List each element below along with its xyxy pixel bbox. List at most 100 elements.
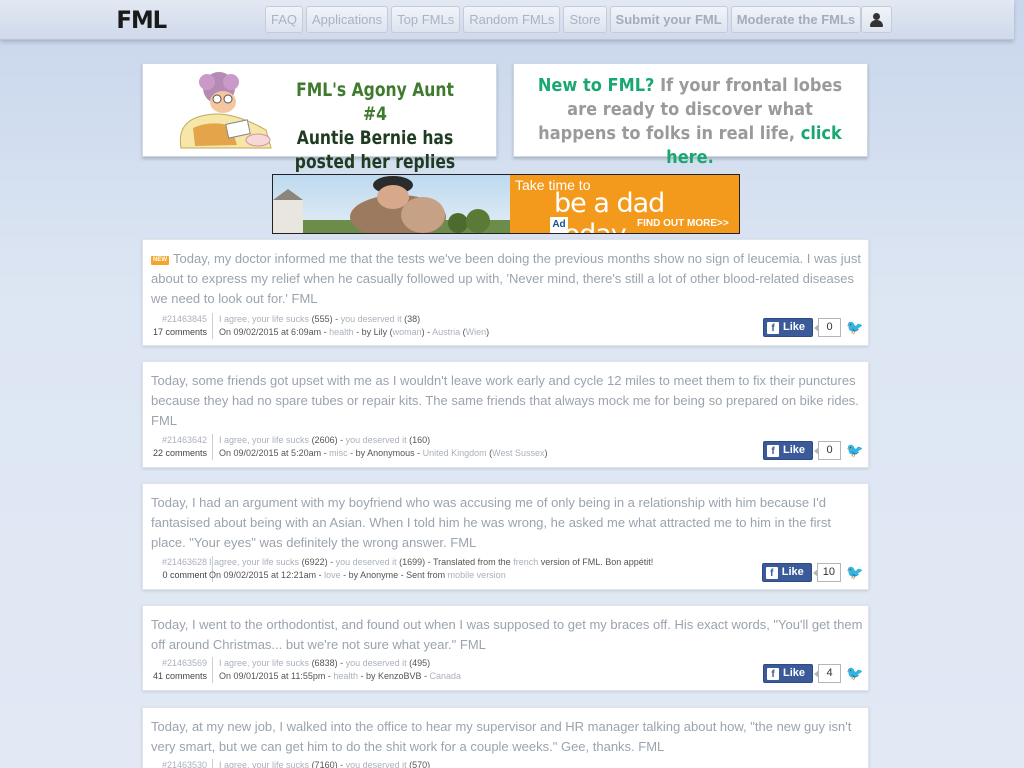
- new-to-fml-heading: New to FML?: [537, 75, 655, 96]
- post-text: Today, at my new job, I walked into the …: [151, 719, 852, 754]
- deserved-link[interactable]: you deserved it: [346, 435, 407, 445]
- post-author: by Lily: [361, 327, 388, 337]
- agony-aunt-illustration: [179, 72, 272, 149]
- facebook-like-button[interactable]: f Like: [763, 441, 813, 460]
- category-link[interactable]: misc: [329, 448, 348, 458]
- author-country[interactable]: Canada: [430, 671, 462, 681]
- facebook-icon: f: [765, 566, 778, 579]
- post-meta-left: #21463845 17 comments: [151, 313, 213, 339]
- agree-count: (2606): [311, 435, 338, 445]
- ad-council-logo: Ad: [550, 217, 568, 233]
- category-link[interactable]: love: [324, 570, 341, 580]
- deserved-link[interactable]: you deserved it: [336, 557, 397, 567]
- twitter-icon[interactable]: 🐦: [846, 320, 863, 334]
- ad-find-out-more[interactable]: FIND OUT MORE>>: [637, 218, 729, 229]
- twitter-icon[interactable]: 🐦: [846, 666, 863, 680]
- agree-count: (7160): [311, 760, 338, 768]
- social-buttons: f Like 4 🐦: [763, 664, 863, 683]
- fml-post: Today, some friends got upset with me as…: [142, 361, 869, 468]
- agree-link[interactable]: I agree, your life sucks: [219, 760, 309, 768]
- facebook-icon: f: [767, 667, 779, 680]
- deserved-count: (38): [404, 314, 421, 324]
- agree-link[interactable]: I agree, your life sucks: [219, 435, 309, 445]
- like-count: 0: [814, 441, 841, 460]
- post-text: NEW Today, my doctor informed me that the…: [151, 249, 865, 309]
- nav-moderate-fmls[interactable]: Moderate the FMLs: [730, 6, 862, 33]
- new-to-fml-banner[interactable]: New to FML? If your frontal lobes are re…: [513, 63, 868, 168]
- user-account-button[interactable]: [861, 6, 892, 33]
- post-meta-left: #21463569 41 comments: [151, 657, 213, 683]
- post-text: Today, some friends got upset with me as…: [151, 373, 859, 428]
- new-badge: NEW: [151, 256, 169, 265]
- post-id[interactable]: #21463569: [151, 657, 207, 670]
- comments-link[interactable]: 17 comments: [151, 326, 207, 339]
- ad-message-panel: Take time to be a dad today. Ad FIND OUT…: [510, 175, 739, 233]
- post-id[interactable]: #21463845: [151, 313, 207, 326]
- author-country[interactable]: Austria: [432, 327, 460, 337]
- agony-aunt-banner[interactable]: FML's Agony Aunt #4 Auntie Bernie has po…: [142, 63, 497, 173]
- nav-top-fmls[interactable]: Top FMLs: [391, 6, 461, 33]
- agree-count: (555): [311, 314, 333, 324]
- nav-faq[interactable]: FAQ: [265, 6, 304, 33]
- post-id[interactable]: #21463530: [151, 759, 207, 768]
- post-body: Today, my doctor informed me that the te…: [151, 251, 861, 306]
- comments-link[interactable]: 41 comments: [151, 670, 207, 683]
- fml-post: Today, at my new job, I walked into the …: [142, 707, 869, 768]
- translated-prefix: - Translated from the: [425, 557, 514, 567]
- fml-post: Today, I went to the orthodontist, and f…: [142, 605, 869, 691]
- post-meta-left: #21463530: [151, 759, 213, 768]
- fml-post: Today, I had an argument with my boyfrie…: [142, 483, 869, 590]
- post-meta-left: #21463642 22 comments: [151, 434, 213, 460]
- category-link[interactable]: health: [329, 327, 354, 337]
- like-count: 10: [812, 563, 841, 582]
- post-author: by Anonymous: [355, 448, 415, 458]
- post-author: by Anonyme: [348, 570, 399, 580]
- agree-link[interactable]: I agree, your life sucks: [209, 557, 299, 567]
- translated-language-link[interactable]: french: [513, 557, 538, 567]
- author-region[interactable]: Wien: [466, 327, 487, 337]
- agony-aunt-line2: Auntie Bernie has: [296, 127, 454, 149]
- deserved-count: (495): [409, 658, 431, 668]
- facebook-like-button[interactable]: f Like: [763, 318, 813, 337]
- post-meta-left: #21463628 0 comment: [151, 556, 213, 582]
- author-gender[interactable]: woman: [393, 327, 422, 337]
- post-meta-right: I agree, your life sucks (555) - you des…: [219, 314, 490, 337]
- deserved-link[interactable]: you deserved it: [346, 658, 407, 668]
- like-label: Like: [783, 321, 806, 333]
- facebook-like-button[interactable]: f Like: [761, 563, 812, 582]
- deserved-count: (160): [409, 435, 431, 445]
- deserved-link[interactable]: you deserved it: [346, 760, 407, 768]
- nav-submit-fml[interactable]: Submit your FML: [609, 6, 728, 33]
- author-country[interactable]: United Kingdom: [423, 448, 487, 458]
- social-buttons: f Like 0 🐦: [763, 441, 863, 460]
- twitter-icon[interactable]: 🐦: [846, 565, 863, 579]
- agony-aunt-title: FML's Agony Aunt #4: [296, 79, 454, 125]
- agree-link[interactable]: I agree, your life sucks: [219, 314, 309, 324]
- comments-link[interactable]: 22 comments: [151, 447, 207, 460]
- post-id[interactable]: #21463642: [151, 434, 207, 447]
- facebook-like-button[interactable]: f Like: [763, 664, 813, 683]
- agony-aunt-text: FML's Agony Aunt #4 Auntie Bernie has po…: [293, 78, 457, 174]
- social-buttons: f Like 0 🐦: [763, 318, 863, 337]
- deserved-link[interactable]: you deserved it: [341, 314, 402, 324]
- agree-link[interactable]: I agree, your life sucks: [219, 658, 309, 668]
- nav-applications[interactable]: Applications: [306, 6, 389, 33]
- new-to-fml-text: New to FML? If your frontal lobes are re…: [537, 74, 843, 170]
- nav-store[interactable]: Store: [563, 6, 607, 33]
- twitter-icon[interactable]: 🐦: [846, 443, 863, 457]
- mobile-version-link[interactable]: mobile version: [448, 570, 506, 580]
- author-region[interactable]: West Sussex: [492, 448, 544, 458]
- post-id[interactable]: #21463628: [151, 556, 207, 569]
- advertisement-banner[interactable]: Take time to be a dad today. Ad FIND OUT…: [272, 174, 740, 234]
- post-date: On 09/02/2015 at 6:09am: [219, 327, 322, 337]
- social-buttons: f Like 10 🐦: [761, 563, 863, 582]
- fml-logo[interactable]: FML: [116, 6, 167, 34]
- category-link[interactable]: health: [333, 671, 358, 681]
- like-label: Like: [781, 566, 804, 578]
- main-nav: FAQ Applications Top FMLs Random FMLs St…: [265, 6, 862, 33]
- nav-random-fmls[interactable]: Random FMLs: [463, 6, 561, 33]
- fml-post: NEW Today, my doctor informed me that the…: [142, 239, 869, 346]
- facebook-icon: f: [767, 321, 779, 334]
- agony-aunt-line3: posted her replies: [294, 151, 456, 173]
- comments-link[interactable]: 0 comment: [151, 569, 207, 582]
